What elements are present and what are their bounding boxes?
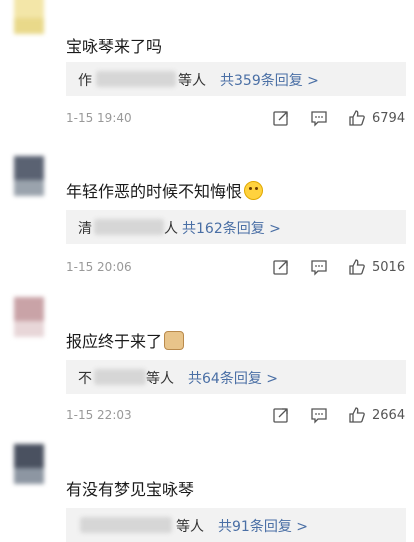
share-icon[interactable] — [272, 109, 290, 127]
share-icon[interactable] — [272, 258, 290, 276]
like-count: 5016 — [372, 260, 406, 275]
comment-meta: 1-15 20:06 5016 — [66, 258, 411, 278]
reply-user-prefix: 不 — [78, 371, 92, 387]
reply-user-suffix: 等人 — [146, 371, 174, 387]
comment-meta: 1-15 19:40 6794 — [66, 109, 411, 129]
comment-icon[interactable] — [310, 406, 328, 424]
reply-summary[interactable]: 作 等人 共359条回复 > — [66, 62, 406, 96]
comment-time: 1-15 22:03 — [66, 408, 132, 422]
reply-user-prefix: 清 — [78, 221, 92, 237]
comment-text: 报应终于来了 — [66, 328, 185, 352]
reply-count-link[interactable]: 共162条回复 > — [182, 218, 281, 238]
reply-summary[interactable]: 清 人 共162条回复 > — [66, 210, 406, 244]
avatar[interactable] — [14, 297, 44, 337]
reply-user-suffix: 等人 — [176, 519, 204, 535]
avatar[interactable] — [14, 0, 44, 34]
comment-time: 1-15 20:06 — [66, 260, 132, 274]
reply-count-link[interactable]: 共91条回复 > — [218, 516, 308, 536]
avatar[interactable] — [14, 444, 44, 484]
comment-text: 宝咏琴来了吗 — [66, 37, 163, 56]
reply-user-prefix: 作 — [78, 73, 92, 89]
reply-summary[interactable]: 不 等人 共64条回复 > — [66, 360, 406, 394]
like-count: 6794 — [372, 111, 406, 126]
reply-user-suffix: 人 — [164, 221, 178, 237]
avatar[interactable] — [14, 156, 44, 196]
comment-icon[interactable] — [310, 258, 328, 276]
reply-summary[interactable]: 等人 共91条回复 > — [66, 508, 406, 542]
comment-time: 1-15 19:40 — [66, 111, 132, 125]
comment-text: 年轻作恶的时候不知悔恨 — [66, 178, 264, 202]
thumbs-up-icon[interactable] — [348, 258, 366, 276]
comment-text: 有没有梦见宝咏琴 — [66, 480, 195, 499]
thumbs-up-icon[interactable] — [348, 406, 366, 424]
reply-user-suffix: 等人 — [178, 73, 206, 89]
thumbs-up-icon[interactable] — [348, 109, 366, 127]
smile-emoji-icon — [244, 181, 264, 200]
doge-emoji-icon — [164, 331, 185, 350]
share-icon[interactable] — [272, 406, 290, 424]
comment-icon[interactable] — [310, 109, 328, 127]
reply-count-link[interactable]: 共359条回复 > — [220, 70, 319, 90]
reply-count-link[interactable]: 共64条回复 > — [188, 368, 278, 388]
like-count: 2664 — [372, 408, 406, 423]
comment-meta: 1-15 22:03 2664 — [66, 406, 411, 426]
